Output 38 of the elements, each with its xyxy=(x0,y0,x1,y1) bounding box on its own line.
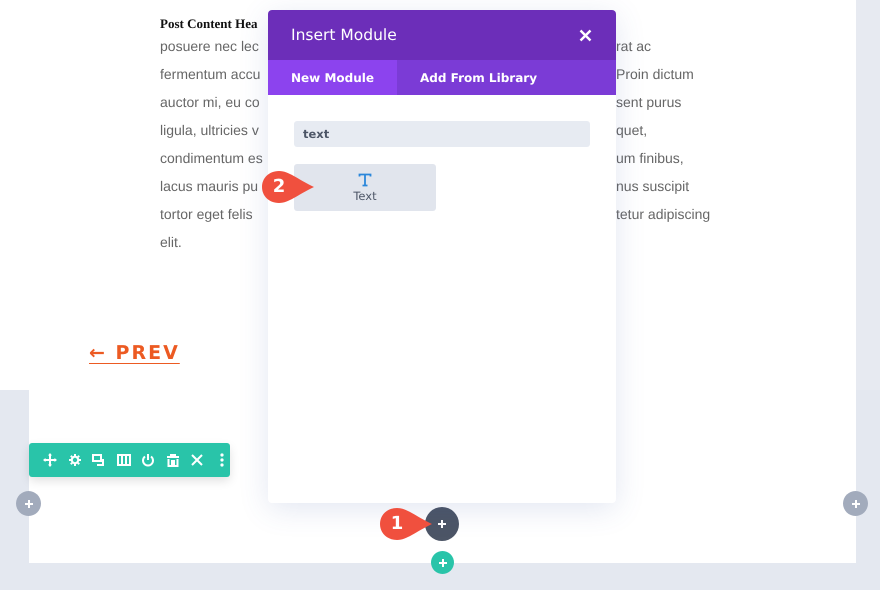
plus-icon xyxy=(24,498,34,508)
plus-icon xyxy=(437,519,447,529)
step-number: 1 xyxy=(390,513,404,535)
settings-icon[interactable] xyxy=(68,453,82,467)
body-text: rat ac xyxy=(616,38,652,54)
body-text: nus suscipit xyxy=(616,178,690,194)
body-text: um finibus, xyxy=(616,150,684,166)
body-text: condimentum es xyxy=(160,150,263,166)
step-number: 2 xyxy=(272,176,286,198)
body-text: auctor mi, eu co xyxy=(160,94,260,110)
text-icon xyxy=(358,172,372,186)
body-text: sent purus xyxy=(616,94,682,110)
body-text: elit. xyxy=(160,234,182,250)
plus-icon xyxy=(438,558,448,568)
body-text: ligula, ultricies v xyxy=(160,122,259,138)
post-heading: Post Content Hea xyxy=(160,16,258,32)
dialog-tab[interactable]: New Module xyxy=(268,60,398,95)
body-text: tetur adipiscing xyxy=(616,206,710,222)
body-text: posuere nec lec xyxy=(160,38,259,54)
step-badge xyxy=(261,169,315,205)
body-text: quet, xyxy=(616,122,648,138)
step-badge xyxy=(379,506,433,542)
module-tile[interactable]: Text xyxy=(294,164,436,211)
columns-icon[interactable] xyxy=(116,453,130,467)
close-icon[interactable] xyxy=(579,28,592,42)
prev-link[interactable]: ← PREV xyxy=(89,342,180,364)
body-text: tortor eget felis xyxy=(160,206,253,222)
body-text: Proin dictum xyxy=(616,66,694,82)
dialog-title: Insert Module xyxy=(291,26,397,44)
search-field[interactable]: text xyxy=(294,121,590,147)
trash-icon[interactable] xyxy=(166,453,180,467)
body-text: lacus mauris pu xyxy=(160,178,258,194)
body-text: fermentum accu xyxy=(160,66,260,82)
duplicate-icon[interactable] xyxy=(92,453,106,467)
dialog-tab[interactable]: Add From Library xyxy=(397,60,560,95)
power-icon[interactable] xyxy=(141,453,155,467)
plus-icon xyxy=(850,498,860,508)
move-icon[interactable] xyxy=(43,453,57,467)
